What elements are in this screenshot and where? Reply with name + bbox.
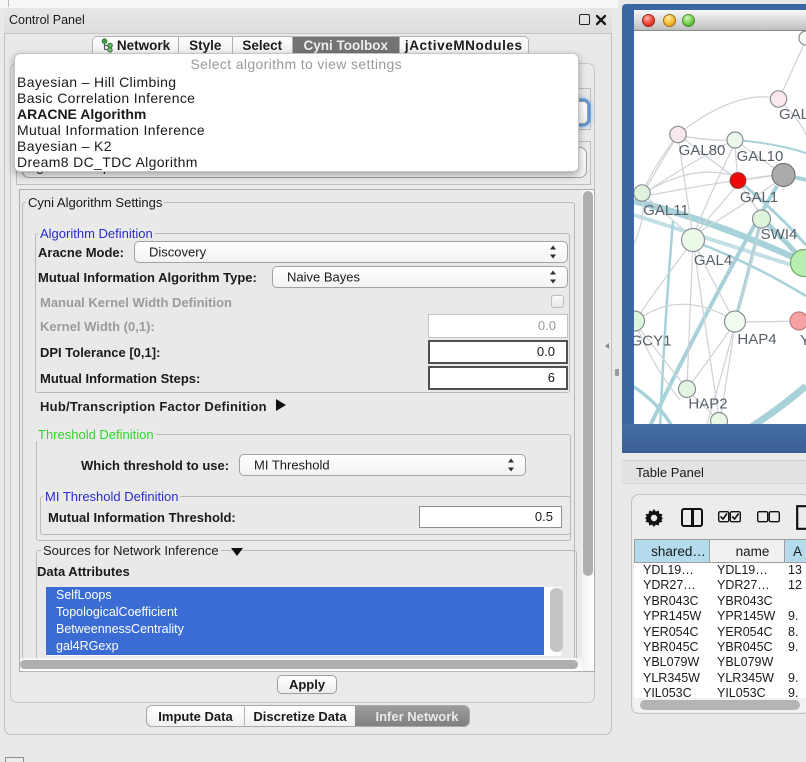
svg-text:GAL1: GAL1 [740,189,778,206]
svg-text:GCY1: GCY1 [634,333,671,350]
svg-text:GAL2: GAL2 [779,106,806,123]
svg-text:GAL80: GAL80 [679,142,726,159]
svg-text:GAL10: GAL10 [737,148,784,165]
svg-text:GAL11: GAL11 [643,202,689,219]
svg-text:HAP4: HAP4 [737,331,776,348]
svg-text:SWI4: SWI4 [761,226,798,243]
svg-text:HAP2: HAP2 [688,396,727,413]
svg-text:GAL4: GAL4 [694,252,732,269]
svg-text:Y: Y [800,332,806,349]
